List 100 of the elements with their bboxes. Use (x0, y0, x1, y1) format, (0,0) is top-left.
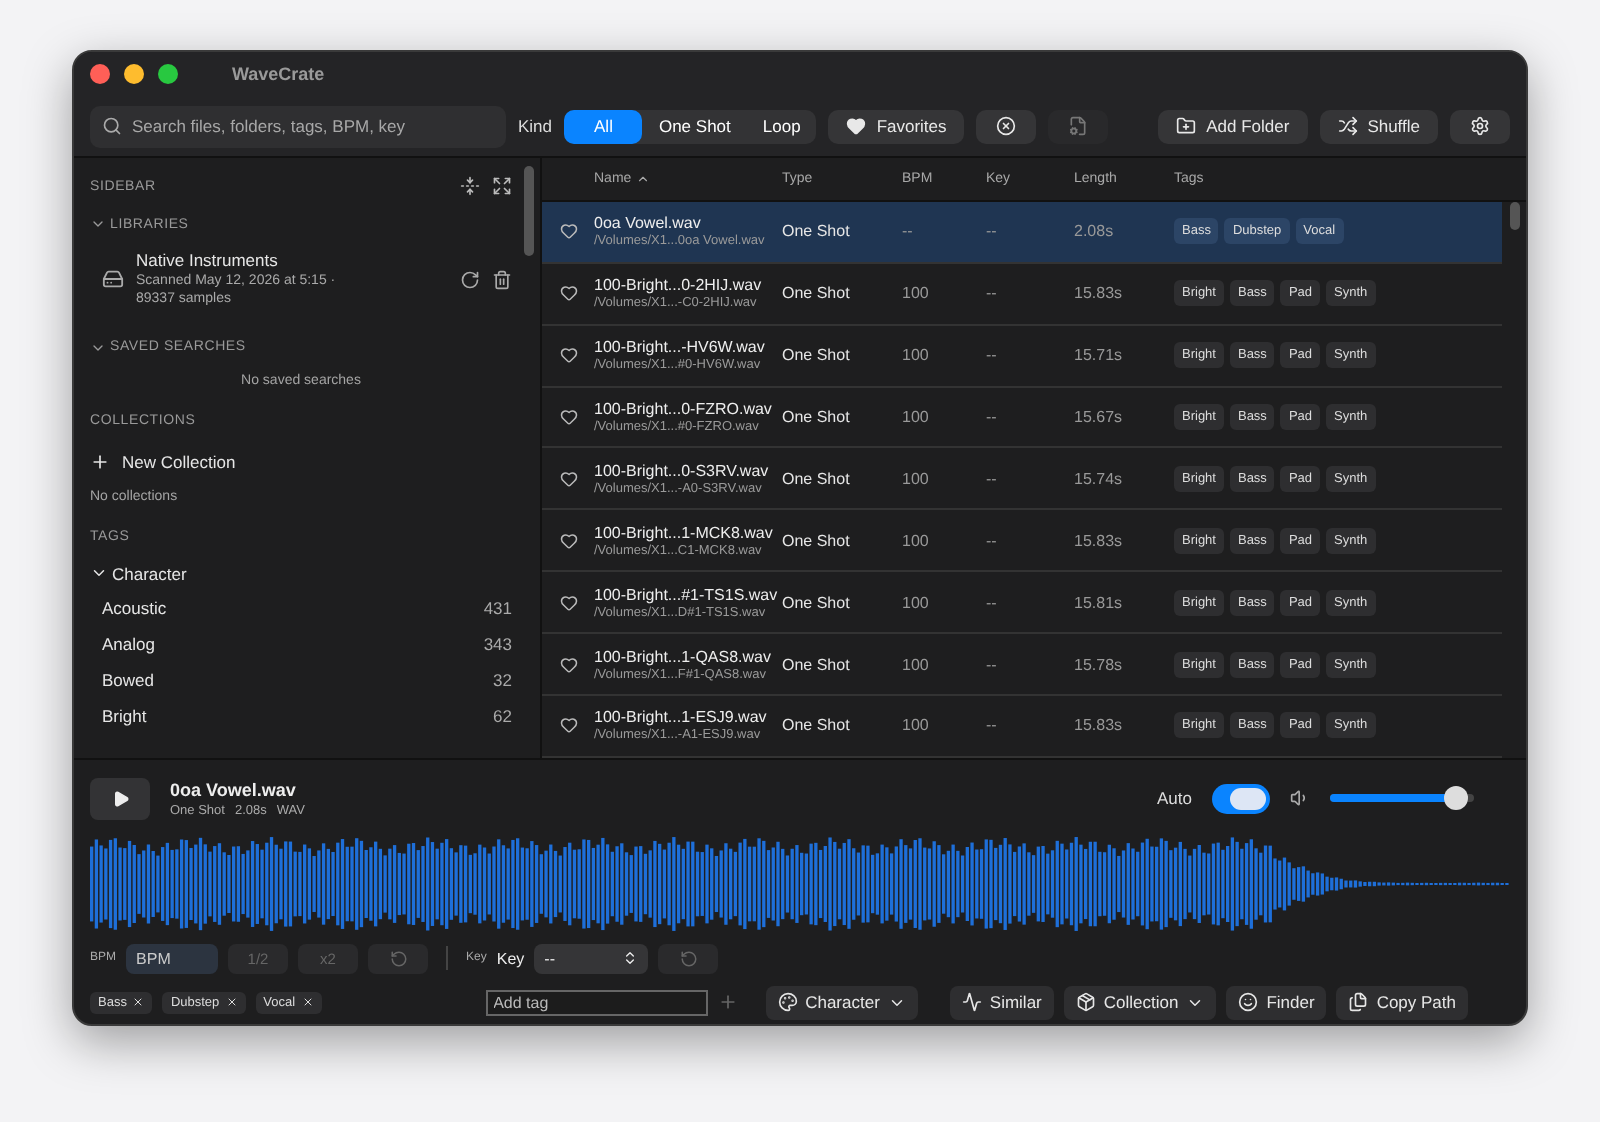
volume-thumb[interactable] (1444, 786, 1469, 810)
type-cell-text: One Shot (782, 531, 852, 550)
zoom-button[interactable] (158, 64, 178, 84)
file-name: 100-Bright...0-2HIJ.wav (594, 276, 764, 295)
heart-icon[interactable] (559, 531, 577, 550)
tag-name[interactable]: Bright (102, 706, 147, 726)
search-field[interactable]: Search files, folders, tags, BPM, key (90, 105, 506, 147)
clear-button[interactable] (976, 109, 1037, 143)
type-cell-text: One Shot (782, 222, 852, 241)
remove-icon[interactable] (132, 996, 145, 1008)
remove-icon[interactable] (225, 996, 238, 1008)
collapse-icon[interactable] (460, 176, 480, 196)
kind-tab[interactable]: One Shot (642, 109, 747, 143)
file-name: 100-Bright...0-S3RV.wav (594, 461, 771, 480)
heart-icon[interactable] (559, 716, 577, 735)
expand-icon[interactable] (492, 176, 512, 196)
trash-icon[interactable] (492, 269, 512, 290)
window-title: WaveCrate (232, 64, 325, 84)
palette-icon (777, 992, 798, 1012)
character-button[interactable]: Character (765, 985, 918, 1019)
type-cell-text: One Shot (782, 469, 852, 488)
heart-icon[interactable] (559, 655, 577, 674)
scrollbar-thumb (1510, 202, 1520, 230)
length-cell-text: 15.74s (1074, 469, 1125, 488)
shuffle-button[interactable]: Shuffle (1319, 109, 1438, 143)
heart-icon[interactable] (559, 593, 577, 612)
key-cell-text: -- (986, 655, 999, 674)
close-button[interactable] (90, 64, 110, 84)
type-cell-text: One Shot (782, 593, 852, 612)
bpm-cell-text: 100 (902, 655, 931, 674)
heart-icon[interactable] (559, 284, 577, 303)
reset-icon (679, 949, 698, 967)
tag-name[interactable]: Acoustic (102, 598, 167, 618)
tag-name[interactable]: Analog (102, 634, 155, 654)
auto-toggle[interactable] (1212, 783, 1270, 813)
tag-group-toggle[interactable]: Character (90, 559, 512, 587)
scrollbar-thumb (524, 166, 534, 256)
favorites-button[interactable]: Favorites (828, 109, 965, 143)
file-name: 100-Bright...#1-TS1S.wav (594, 585, 780, 604)
file-name: 100-Bright...-HV6W.wav (594, 338, 767, 357)
file-name: 100-Bright...0-FZRO.wav (594, 400, 774, 419)
play-button[interactable] (90, 777, 150, 819)
shuffle-icon (1337, 116, 1358, 136)
length-cell-text: 15.67s (1074, 408, 1125, 427)
remove-icon[interactable] (301, 996, 314, 1008)
length-cell-text: 15.83s (1074, 716, 1125, 735)
file-name: 100-Bright...1-QAS8.wav (594, 647, 773, 666)
tag-name[interactable]: Bowed (102, 670, 154, 690)
sort-ascending-icon (635, 171, 650, 186)
settings-button[interactable] (1450, 109, 1510, 143)
heart-icon[interactable] (559, 346, 577, 365)
add-tag-field[interactable]: Add tag (485, 989, 708, 1015)
player-title: 0oa Vowel.wav (170, 779, 298, 799)
key-cell-text: -- (986, 469, 999, 488)
file-gear-icon (1068, 116, 1089, 136)
kind-label: Kind (518, 116, 553, 136)
key-select[interactable]: -- (534, 943, 649, 973)
type-cell-text: One Shot (782, 284, 852, 303)
copy-path-button[interactable]: Copy Path (1336, 985, 1469, 1019)
key-title: Key (496, 949, 525, 967)
play-icon (111, 789, 129, 807)
clear-icon (996, 116, 1017, 136)
kind-tab[interactable]: All (564, 109, 643, 143)
minimize-button[interactable] (124, 64, 144, 84)
plus-icon[interactable] (717, 992, 738, 1012)
heart-icon[interactable] (559, 408, 577, 427)
new-collection-button[interactable]: New Collection (90, 443, 512, 479)
bpm-cell-text: 100 (902, 531, 931, 550)
file-name: 100-Bright...1-ESJ9.wav (594, 708, 769, 727)
key-cell-text: -- (986, 531, 999, 550)
heart-icon[interactable] (559, 222, 577, 241)
tag-count: 32 (493, 670, 512, 690)
auto-label: Auto (1157, 788, 1192, 808)
reset-icon (389, 949, 408, 967)
kind-tab[interactable]: Loop (746, 109, 817, 143)
length-cell-text: 15.83s (1074, 531, 1125, 550)
similar-button[interactable]: Similar (949, 985, 1054, 1019)
heart-icon[interactable] (559, 469, 577, 488)
finder-button[interactable]: Finder (1226, 985, 1327, 1019)
bpm-field[interactable]: BPM (126, 943, 219, 973)
tag-count: 431 (483, 598, 512, 618)
file-name: 100-Bright...1-MCK8.wav (594, 523, 775, 542)
drive-icon (102, 268, 124, 291)
collection-button[interactable]: Collection (1063, 985, 1217, 1019)
add-folder-button[interactable]: Add Folder (1158, 109, 1308, 143)
key-cell-text: -- (986, 716, 999, 735)
volume-icon (1290, 788, 1310, 808)
length-cell-text: 15.71s (1074, 346, 1125, 365)
length-cell-text: 15.81s (1074, 593, 1125, 612)
bpm-cell-text: 100 (902, 593, 931, 612)
settings-icon (1470, 116, 1490, 136)
documents-icon (1348, 992, 1369, 1012)
type-cell-text: One Shot (782, 408, 852, 427)
search-icon (102, 115, 122, 135)
bpm-cell-text: 100 (902, 346, 931, 365)
plus-icon (90, 451, 110, 471)
file-name: 0oa Vowel.wav (594, 214, 703, 233)
bpm-cell-text: 100 (902, 716, 931, 735)
key-cell-text: -- (986, 346, 999, 365)
refresh-icon[interactable] (460, 269, 480, 290)
